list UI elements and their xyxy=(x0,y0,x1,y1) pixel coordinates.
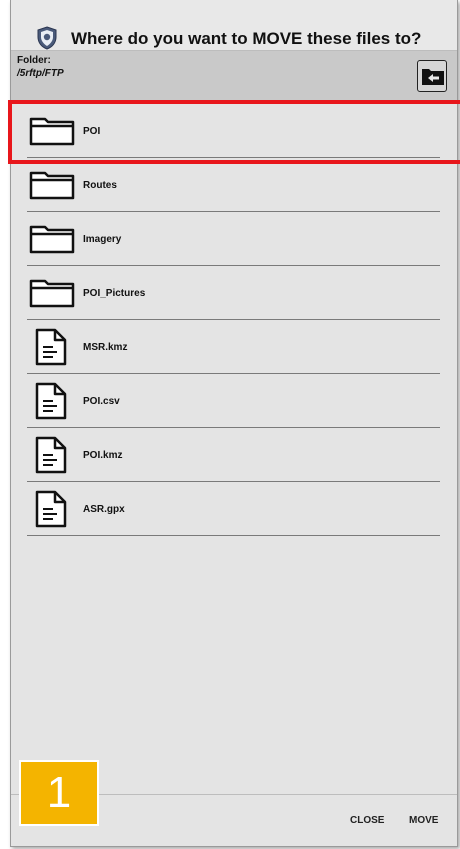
dialog-header: Where do you want to MOVE these files to… xyxy=(11,0,457,51)
folder-icon xyxy=(29,171,75,200)
list-item-file[interactable]: ASR.gpx xyxy=(11,482,457,536)
list-item-folder[interactable]: Imagery xyxy=(11,212,457,266)
step-badge: 1 xyxy=(19,760,99,826)
current-folder-bar xyxy=(11,51,457,101)
folder-path: /5rftp/FTP xyxy=(17,68,64,79)
list-item-folder[interactable]: POI_Pictures xyxy=(11,266,457,320)
row-divider xyxy=(27,535,440,536)
list-item-folder[interactable]: Routes xyxy=(11,158,457,212)
move-files-dialog: Where do you want to MOVE these files to… xyxy=(10,0,458,847)
folder-icon xyxy=(29,225,75,254)
list-item-folder[interactable]: POI xyxy=(11,104,457,158)
list-item-file[interactable]: POI.csv xyxy=(11,374,457,428)
list-item-label: POI xyxy=(83,126,101,137)
list-item-label: POI_Pictures xyxy=(83,288,146,299)
list-item-label: Routes xyxy=(83,180,117,191)
folder-label: Folder: xyxy=(17,55,51,66)
list-item-label: MSR.kmz xyxy=(83,342,128,353)
list-item-file[interactable]: POI.kmz xyxy=(11,428,457,482)
close-button[interactable]: CLOSE xyxy=(350,815,384,826)
file-icon xyxy=(35,382,67,420)
folder-up-icon xyxy=(422,69,444,85)
dialog-title: Where do you want to MOVE these files to… xyxy=(71,29,422,48)
list-item-label: POI.csv xyxy=(83,396,120,407)
folder-up-button[interactable] xyxy=(417,60,447,92)
file-icon xyxy=(35,328,67,366)
list-item-label: POI.kmz xyxy=(83,450,123,461)
folder-icon xyxy=(29,117,75,146)
shield-icon xyxy=(37,26,57,50)
move-button[interactable]: MOVE xyxy=(409,815,438,826)
list-item-label: ASR.gpx xyxy=(83,504,125,515)
list-item-file[interactable]: MSR.kmz xyxy=(11,320,457,374)
folder-icon xyxy=(29,279,75,308)
file-icon xyxy=(35,436,67,474)
list-item-label: Imagery xyxy=(83,234,122,245)
file-icon xyxy=(35,490,67,528)
